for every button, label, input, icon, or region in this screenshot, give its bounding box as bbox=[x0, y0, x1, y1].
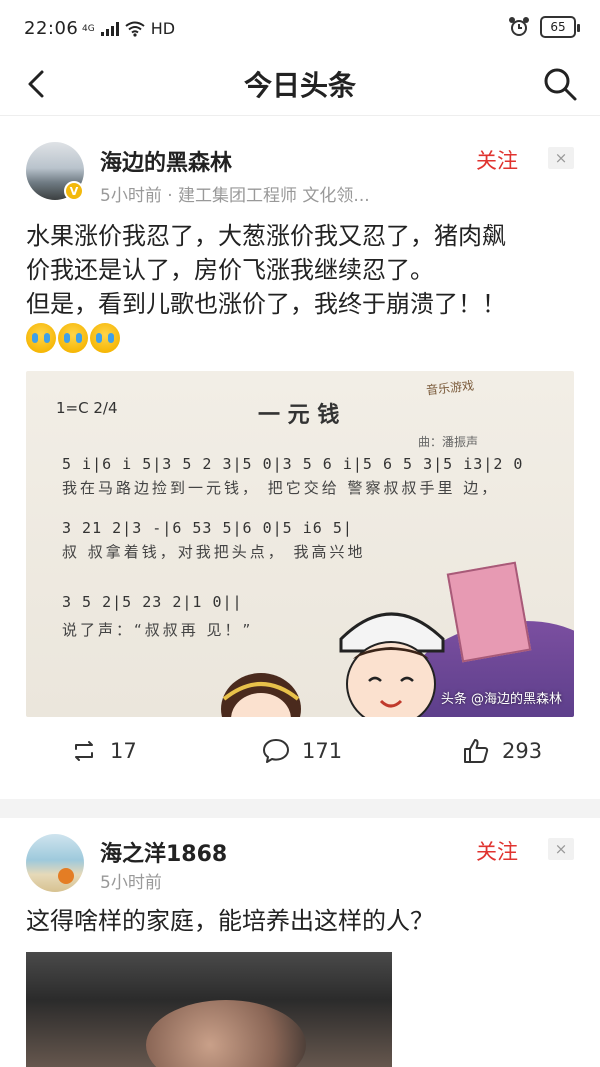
author-name[interactable]: 海边的黑森林 bbox=[100, 145, 232, 177]
status-bar: 22:06 4G HD 65 bbox=[0, 0, 600, 56]
signal-icon bbox=[100, 21, 119, 36]
author-name[interactable]: 海之洋1868 bbox=[100, 836, 227, 868]
verified-badge-icon: V bbox=[64, 181, 84, 201]
search-icon[interactable] bbox=[542, 66, 578, 102]
comment-icon bbox=[263, 739, 289, 763]
post-action-bar: 17 171 293 bbox=[0, 737, 600, 777]
avatar-shell-decoration bbox=[58, 868, 74, 884]
post-text[interactable]: 水果涨价我忍了，大葱涨价我又忍了，猪肉飙 价我还是认了，房价飞涨我继续忍了。 但… bbox=[26, 219, 574, 353]
dismiss-button[interactable]: × bbox=[548, 147, 574, 169]
author-avatar[interactable] bbox=[26, 834, 84, 892]
post-text[interactable]: 这得啥样的家庭，能培养出这样的人？ bbox=[26, 904, 574, 938]
repost-count: 17 bbox=[110, 739, 137, 763]
post-meta: 5小时前 bbox=[100, 873, 162, 893]
page-title: 今日头条 bbox=[243, 69, 356, 102]
crying-face-icon bbox=[58, 323, 88, 353]
top-nav-bar: 今日头条 bbox=[0, 56, 600, 116]
wifi-icon bbox=[125, 21, 145, 37]
post-text-line: 这得啥样的家庭，能培养出这样的人？ bbox=[26, 907, 434, 935]
dismiss-button[interactable]: × bbox=[548, 838, 574, 860]
image-composer: 曲：潘振声 bbox=[418, 435, 479, 449]
status-right: 65 bbox=[508, 16, 580, 38]
thumbs-up-icon bbox=[464, 739, 489, 763]
post-text-line: 但是，看到儿歌也涨价了，我终于崩溃了！！ bbox=[26, 290, 506, 318]
post-image[interactable] bbox=[26, 952, 392, 1067]
image-song-title: 一 元 钱 bbox=[258, 403, 340, 428]
lyric-line: 说了声：“叔叔再 见！” bbox=[62, 621, 254, 639]
feed-divider bbox=[0, 799, 600, 818]
image-cartoon-character bbox=[221, 673, 301, 717]
score-line: 3 5 2|5 23 2|1 0|| bbox=[62, 593, 243, 611]
follow-button[interactable]: 关注 bbox=[476, 836, 518, 866]
image-cartoon-character bbox=[339, 612, 445, 717]
crying-face-icon bbox=[90, 323, 120, 353]
status-time: 22:06 bbox=[24, 18, 79, 39]
network-label: 4G bbox=[82, 23, 95, 34]
score-line: 5 i|6 i 5|3 5 2 3|5 0|3 5 6 i|5 6 5 3|5 … bbox=[62, 455, 524, 473]
alarm-icon bbox=[509, 17, 529, 36]
follow-button[interactable]: 关注 bbox=[476, 145, 518, 175]
image-key-signature: 1=C 2/4 bbox=[56, 399, 118, 417]
comment-count: 171 bbox=[302, 739, 343, 763]
like-count: 293 bbox=[502, 739, 543, 763]
lyric-line: 我在马路边捡到一元钱， 把它交给 警察叔叔手里 边， bbox=[62, 479, 500, 497]
feed-post[interactable]: V 海边的黑森林 5小时前 · 建工集团工程师 文化领... 关注 × 水果涨价… bbox=[0, 117, 600, 799]
emoji-row bbox=[26, 323, 574, 353]
post-image[interactable]: 音乐游戏 1=C 2/4 一 元 钱 曲：潘振声 5 i|6 i 5|3 5 2… bbox=[26, 371, 574, 717]
repost-icon bbox=[75, 741, 93, 761]
score-line: 3 21 2|3 -|6 53 5|6 0|5 i6 5| bbox=[62, 519, 353, 537]
comment-button[interactable]: 171 bbox=[262, 737, 342, 765]
crying-face-icon bbox=[26, 323, 56, 353]
image-game-tag: 音乐游戏 bbox=[425, 378, 475, 398]
like-button[interactable]: 293 bbox=[462, 737, 542, 765]
battery-level: 65 bbox=[550, 20, 566, 34]
status-icons: 4G HD bbox=[82, 19, 175, 38]
post-text-line: 价我还是认了，房价飞涨我继续忍了。 bbox=[26, 256, 434, 284]
image-watermark: 头条 @海边的黑森林 bbox=[440, 692, 562, 707]
feed-post[interactable]: 海之洋1868 5小时前 关注 × 这得啥样的家庭，能培养出这样的人？ bbox=[0, 818, 600, 1067]
post-meta: 5小时前 · 建工集团工程师 文化领... bbox=[100, 186, 370, 206]
battery-indicator: 65 bbox=[540, 16, 580, 38]
post-text-line: 水果涨价我忍了，大葱涨价我又忍了，猪肉飙 bbox=[26, 222, 506, 250]
repost-button[interactable]: 17 bbox=[70, 737, 137, 765]
lyric-line: 叔 叔拿着钱，对我把头点， 我高兴地 bbox=[62, 543, 366, 561]
image-building bbox=[446, 561, 532, 663]
hd-label: HD bbox=[150, 19, 176, 38]
image-crowd-detail bbox=[146, 1000, 306, 1067]
